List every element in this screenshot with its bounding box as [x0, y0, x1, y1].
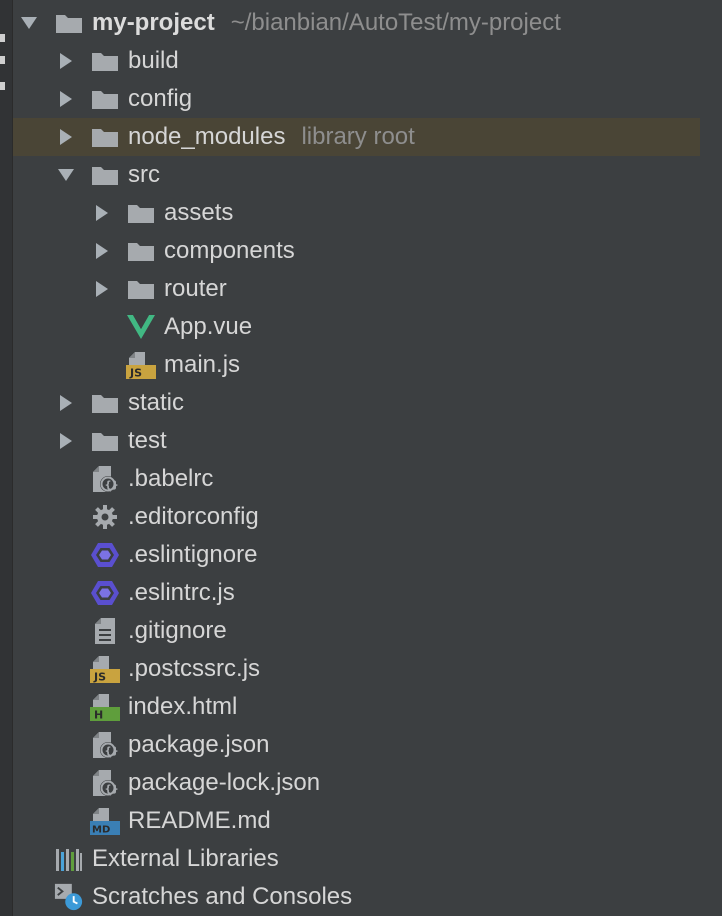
chevron-right-icon[interactable] [53, 384, 79, 422]
folder-label: static [128, 389, 185, 416]
left-tool-strip [0, 0, 13, 916]
tree-row-main-js[interactable]: JS main.js [13, 346, 700, 384]
tree-row-eslintignore[interactable]: .eslintignore [13, 536, 700, 574]
folder-icon [90, 86, 120, 112]
strip-mark [0, 82, 5, 90]
tree-row-assets[interactable]: assets [13, 194, 700, 232]
svg-text:{}: {} [105, 480, 119, 491]
file-label: main.js [164, 351, 241, 378]
gear-icon [90, 504, 120, 530]
tree-row-editorconfig[interactable]: .editorconfig [13, 498, 700, 536]
folder-label: router [164, 275, 227, 302]
folder-icon [90, 390, 120, 416]
tree-row-package-json[interactable]: {} package.json [13, 726, 700, 764]
chevron-right-icon[interactable] [53, 422, 79, 460]
folder-label: components [164, 237, 295, 264]
folder-label: assets [164, 199, 234, 226]
tree-node-label: Scratches and Consoles [92, 883, 353, 910]
file-label: .gitignore [128, 617, 227, 644]
tree-row-router[interactable]: router [13, 270, 700, 308]
tree-row-scratches[interactable]: Scratches and Consoles [13, 878, 700, 916]
json-file-icon: {} [90, 770, 120, 796]
file-label: .eslintrc.js [128, 579, 235, 606]
folder-icon [54, 10, 84, 36]
file-label: README.md [128, 807, 271, 834]
tree-row-config[interactable]: config [13, 80, 700, 118]
tree-row-index-html[interactable]: H index.html [13, 688, 700, 726]
tree-row-eslintrc[interactable]: .eslintrc.js [13, 574, 700, 612]
tree-node-label: External Libraries [92, 845, 279, 872]
html-file-icon: H [90, 694, 120, 722]
md-badge-text: MD [92, 825, 110, 836]
folder-icon [90, 48, 120, 74]
tree-row-package-lock-json[interactable]: {} package-lock.json [13, 764, 700, 802]
chevron-right-icon[interactable] [89, 194, 115, 232]
scratches-clock-icon [54, 883, 84, 911]
folder-label: src [128, 161, 160, 188]
folder-label: test [128, 427, 167, 454]
svg-text:{}: {} [105, 784, 119, 795]
file-label: package.json [128, 731, 270, 758]
chevron-right-icon[interactable] [53, 118, 79, 156]
chevron-down-icon[interactable] [16, 4, 42, 42]
json-config-file-icon: {} [90, 466, 120, 492]
json-file-icon: {} [90, 732, 120, 758]
file-label: index.html [128, 693, 238, 720]
tree-row-root[interactable]: my-project ~/bianbian/AutoTest/my-project [13, 4, 700, 42]
folder-label: build [128, 47, 179, 74]
chevron-right-icon[interactable] [53, 42, 79, 80]
chevron-right-icon[interactable] [89, 232, 115, 270]
strip-mark [0, 56, 5, 64]
folder-icon [126, 276, 156, 302]
tree-row-node-modules[interactable]: node_modules library root [13, 118, 700, 156]
javascript-file-icon: JS [126, 352, 156, 380]
text-file-icon [90, 618, 120, 644]
tree-row-external-libraries[interactable]: External Libraries [13, 840, 700, 878]
tree-row-src[interactable]: src [13, 156, 700, 194]
html-badge-text: H [94, 709, 103, 722]
chevron-down-icon[interactable] [53, 156, 79, 194]
chevron-right-icon[interactable] [53, 80, 79, 118]
folder-icon [126, 238, 156, 264]
folder-icon [90, 124, 120, 150]
folder-icon [90, 428, 120, 454]
root-folder-name: my-project [92, 9, 215, 36]
file-label: .babelrc [128, 465, 214, 492]
tree-row-readme[interactable]: MD README.md [13, 802, 700, 840]
tree-row-test[interactable]: test [13, 422, 700, 460]
file-label: .postcssrc.js [128, 655, 261, 682]
library-icon [54, 846, 84, 872]
library-root-hint: library root [301, 123, 415, 150]
file-label: App.vue [164, 313, 253, 340]
tree-row-app-vue[interactable]: App.vue [13, 308, 700, 346]
svg-text:{}: {} [105, 746, 119, 757]
file-label: .editorconfig [128, 503, 259, 530]
folder-icon [126, 200, 156, 226]
js-badge-text: JS [93, 671, 106, 684]
chevron-right-icon[interactable] [89, 270, 115, 308]
javascript-file-icon: JS [90, 656, 120, 684]
folder-label: config [128, 85, 193, 112]
project-tree: my-project ~/bianbian/AutoTest/my-project… [13, 4, 700, 916]
tree-row-build[interactable]: build [13, 42, 700, 80]
file-label: package-lock.json [128, 769, 321, 796]
file-label: .eslintignore [128, 541, 258, 568]
tree-row-static[interactable]: static [13, 384, 700, 422]
markdown-file-icon: MD [90, 808, 120, 836]
tree-row-postcssrc[interactable]: JS .postcssrc.js [13, 650, 700, 688]
eslint-icon [90, 580, 120, 606]
tree-row-babelrc[interactable]: {} .babelrc [13, 460, 700, 498]
tree-row-gitignore[interactable]: .gitignore [13, 612, 700, 650]
js-badge-text: JS [129, 367, 142, 380]
strip-mark [0, 34, 5, 42]
root-folder-path: ~/bianbian/AutoTest/my-project [230, 9, 561, 36]
eslint-icon [90, 542, 120, 568]
vue-file-icon [126, 314, 156, 340]
folder-icon [90, 162, 120, 188]
folder-label: node_modules [128, 123, 286, 150]
tree-row-components[interactable]: components [13, 232, 700, 270]
